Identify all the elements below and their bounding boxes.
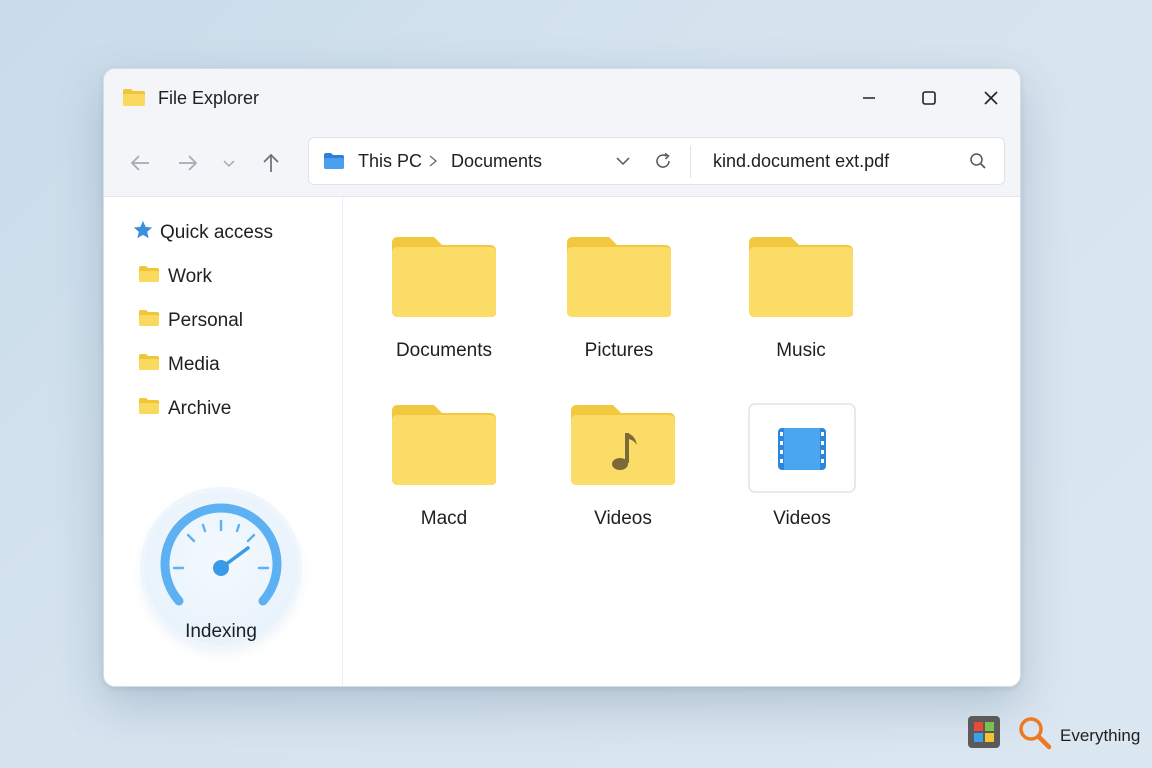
list-item[interactable]: Documents bbox=[369, 235, 519, 362]
folder-icon bbox=[138, 265, 160, 288]
windows-app-icon[interactable] bbox=[968, 716, 1000, 748]
sidebar-item-work[interactable]: Work bbox=[138, 265, 212, 288]
list-item[interactable]: Pictures bbox=[544, 235, 694, 362]
file-explorer-window: File Explorer This PC Documents kind.doc… bbox=[103, 68, 1021, 687]
indexing-label: Indexing bbox=[185, 621, 257, 642]
item-name: Videos bbox=[773, 508, 831, 529]
sidebar-item-label: Archive bbox=[168, 397, 232, 419]
folder-icon bbox=[369, 235, 519, 324]
recent-locations-button[interactable] bbox=[215, 149, 243, 177]
refresh-icon[interactable] bbox=[653, 151, 673, 176]
sidebar-item-archive[interactable]: Archive bbox=[138, 397, 231, 420]
list-item[interactable]: Videos bbox=[727, 403, 877, 530]
star-icon bbox=[132, 219, 154, 246]
music-folder-icon bbox=[548, 403, 698, 492]
close-button[interactable] bbox=[968, 79, 1014, 117]
maximize-button[interactable] bbox=[906, 79, 952, 117]
up-button[interactable] bbox=[257, 149, 285, 177]
breadcrumb-this-pc[interactable]: This PC bbox=[358, 151, 422, 172]
sidebar-item-quick-access[interactable]: Quick access bbox=[132, 219, 273, 246]
file-list: Documents Pictures Music Macd Videos Vid… bbox=[344, 197, 1020, 686]
folder-icon bbox=[122, 87, 146, 112]
close-icon bbox=[984, 91, 998, 105]
folder-icon bbox=[323, 152, 345, 175]
folder-icon bbox=[138, 309, 160, 332]
item-name: Videos bbox=[594, 508, 652, 529]
list-item[interactable]: Music bbox=[726, 235, 876, 362]
item-name: Pictures bbox=[584, 340, 654, 361]
search-icon[interactable] bbox=[969, 152, 987, 175]
address-bar[interactable]: This PC Documents kind.document ext.pdf bbox=[308, 137, 1005, 185]
item-name: Music bbox=[776, 340, 826, 361]
sidebar-item-label: Work bbox=[168, 265, 212, 287]
sidebar-item-label: Media bbox=[168, 353, 220, 375]
minimize-icon bbox=[863, 97, 875, 99]
video-file-icon bbox=[727, 403, 877, 498]
sidebar-item-label: Personal bbox=[168, 309, 243, 331]
maximize-icon bbox=[922, 91, 936, 105]
search-icon bbox=[1018, 716, 1052, 755]
up-arrow-icon bbox=[263, 153, 279, 172]
list-item[interactable]: Macd bbox=[369, 403, 519, 530]
sidebar-item-label: Quick access bbox=[160, 221, 273, 243]
navigation-pane: Quick access Work Personal Media Archive bbox=[104, 197, 343, 686]
everything-app-button[interactable]: Everything bbox=[1018, 716, 1140, 755]
sidebar-item-personal[interactable]: Personal bbox=[138, 309, 243, 332]
back-button[interactable] bbox=[126, 149, 154, 177]
folder-icon bbox=[138, 353, 160, 376]
title-bar: File Explorer bbox=[104, 69, 1020, 127]
chevron-right-icon bbox=[427, 154, 439, 173]
everything-label: Everything bbox=[1060, 725, 1141, 745]
breadcrumb-documents[interactable]: Documents bbox=[451, 151, 542, 172]
item-name: Documents bbox=[395, 340, 493, 361]
minimize-button[interactable] bbox=[846, 79, 892, 117]
folder-icon bbox=[369, 403, 519, 492]
item-name: Macd bbox=[420, 508, 468, 529]
folder-icon bbox=[726, 235, 876, 324]
address-dropdown-chevron-icon[interactable] bbox=[615, 154, 631, 173]
forward-button[interactable] bbox=[174, 149, 202, 177]
list-item[interactable]: Videos bbox=[548, 403, 698, 530]
window-title: File Explorer bbox=[158, 88, 260, 108]
forward-arrow-icon bbox=[179, 155, 198, 171]
folder-icon bbox=[544, 235, 694, 324]
sidebar-item-media[interactable]: Media bbox=[138, 353, 220, 376]
chevron-down-icon bbox=[223, 160, 235, 168]
folder-icon bbox=[138, 397, 160, 420]
navigation-toolbar: This PC Documents kind.document ext.pdf bbox=[104, 127, 1020, 197]
back-arrow-icon bbox=[130, 155, 149, 171]
address-divider bbox=[690, 146, 691, 178]
search-input[interactable]: kind.document ext.pdf bbox=[713, 151, 889, 172]
